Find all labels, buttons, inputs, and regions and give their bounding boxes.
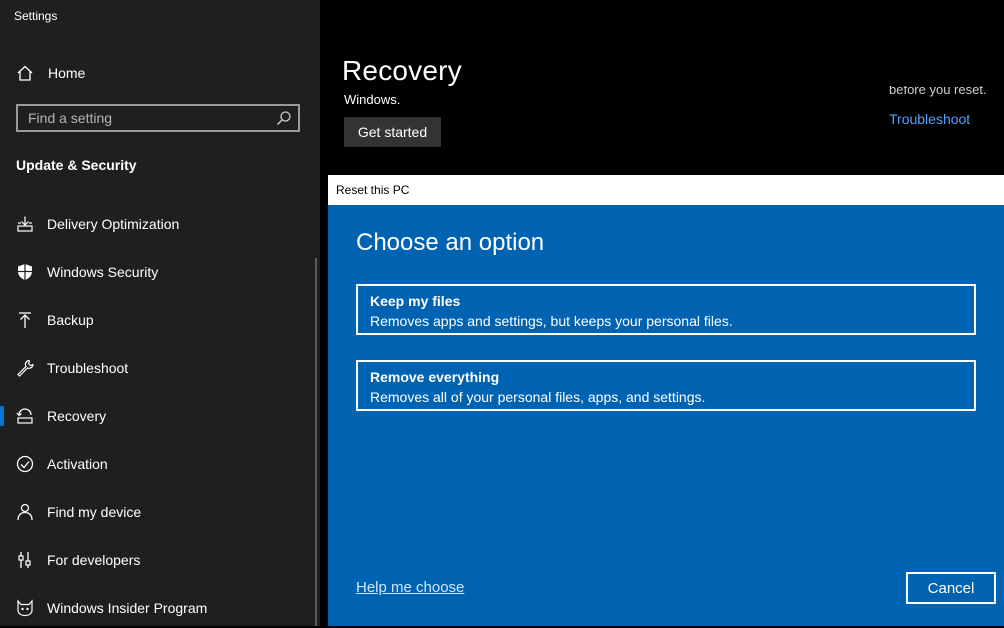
home-icon (17, 65, 33, 81)
side-note-fragment: before you reset. (888, 86, 1004, 100)
backup-arrow-icon (19, 312, 31, 328)
option-title: Keep my files (370, 293, 461, 309)
active-indicator (0, 406, 4, 426)
dialog-titlebar[interactable]: Reset this PC (328, 175, 1004, 205)
troubleshoot-link[interactable]: Troubleshoot (889, 111, 970, 127)
sidebar-item-label: Troubleshoot (47, 360, 129, 376)
sidebar-item-label: Home (48, 65, 86, 81)
side-note-text: before you reset. (889, 86, 987, 97)
page-title: Recovery (342, 55, 462, 86)
get-started-button[interactable]: Get started (344, 117, 441, 147)
sidebar-item-label: Windows Security (47, 264, 159, 280)
sidebar-scrollbar[interactable] (315, 258, 317, 626)
search-icon[interactable] (276, 110, 292, 126)
section-title: Update & Security (16, 157, 137, 173)
shield-icon (18, 264, 32, 280)
section-description-fragment: Windows. (344, 92, 401, 107)
dialog-heading: Choose an option (356, 229, 545, 256)
delivery-optimization-icon (17, 216, 33, 232)
cancel-button[interactable]: Cancel (906, 572, 996, 604)
dialog-body: Choose an option Keep my files Removes a… (328, 205, 1004, 626)
sidebar-item-label: Backup (47, 312, 94, 328)
developer-tools-icon (18, 552, 31, 568)
person-location-icon (17, 503, 33, 521)
sidebar-item-home[interactable]: Home (16, 62, 85, 84)
sidebar-item-label: Delivery Optimization (47, 216, 180, 232)
sidebar-item-windows-insider-program[interactable]: Windows Insider Program (0, 588, 316, 628)
recovery-icon (16, 408, 33, 424)
sidebar-item-label: Find my device (47, 504, 142, 520)
sidebar-item-recovery[interactable]: Recovery (0, 396, 316, 436)
reset-pc-dialog: Reset this PC Choose an option Keep my f… (328, 175, 1004, 626)
remove-everything-option[interactable]: Remove everything Removes all of your pe… (356, 360, 976, 411)
insider-cat-icon (17, 599, 33, 617)
sidebar-item-windows-security[interactable]: Windows Security (0, 252, 316, 292)
sidebar-item-label: For developers (47, 552, 141, 568)
help-me-choose-link[interactable]: Help me choose (356, 579, 464, 596)
sidebar-item-label: Windows Insider Program (47, 600, 208, 616)
sidebar-item-activation[interactable]: Activation (0, 444, 316, 484)
dialog-title: Reset this PC (336, 183, 410, 197)
sidebar-item-for-developers[interactable]: For developers (0, 540, 316, 580)
wrench-icon (17, 359, 34, 377)
sidebar-item-find-my-device[interactable]: Find my device (0, 492, 316, 532)
sidebar-item-delivery-optimization[interactable]: Delivery Optimization (0, 204, 316, 244)
sidebar-item-troubleshoot[interactable]: Troubleshoot (0, 348, 316, 388)
sidebar-item-label: Activation (47, 456, 108, 472)
window-title: Settings (14, 9, 58, 23)
option-description: Removes apps and settings, but keeps you… (370, 313, 733, 329)
checkmark-circle-icon (16, 455, 34, 473)
option-title: Remove everything (370, 369, 500, 385)
search-input[interactable] (18, 106, 268, 130)
option-description: Removes all of your personal files, apps… (370, 389, 706, 405)
sidebar: Settings Home Update & Security Delivery… (0, 0, 320, 626)
search-box[interactable] (16, 104, 300, 132)
keep-my-files-option[interactable]: Keep my files Removes apps and settings,… (356, 284, 976, 335)
sidebar-item-label: Recovery (47, 408, 107, 424)
sidebar-item-backup[interactable]: Backup (0, 300, 316, 340)
